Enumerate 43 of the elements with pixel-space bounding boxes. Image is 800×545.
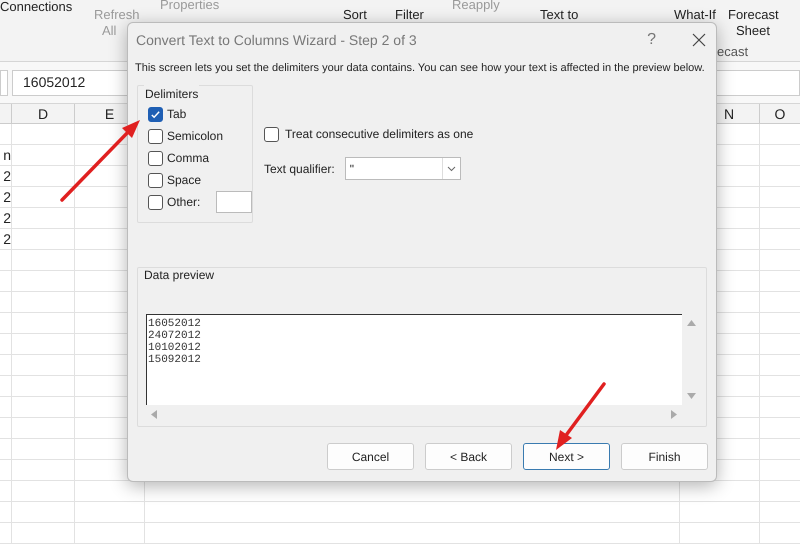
chevron-icon — [446, 166, 456, 172]
column-header: D — [12, 104, 75, 123]
ribbon-label[interactable]: What-If — [674, 5, 716, 24]
preview-line: 10102012 — [148, 342, 202, 354]
preview-line: 24072012 — [148, 330, 202, 342]
dialog-button[interactable]: < Back — [425, 443, 512, 470]
field-label: Text qualifier: — [264, 160, 335, 178]
checkbox[interactable] — [148, 128, 163, 144]
close-icon[interactable] — [692, 33, 706, 47]
option-label: Comma — [167, 150, 210, 167]
checkbox[interactable] — [148, 172, 163, 188]
sheet-cell-text: n — [3, 146, 11, 165]
other-field[interactable] — [216, 191, 252, 213]
checkbox[interactable] — [148, 106, 163, 122]
ribbon-label[interactable]: Text to — [540, 5, 578, 24]
ribbon-label[interactable]: Sort — [343, 5, 367, 24]
checkbox[interactable] — [264, 126, 279, 142]
checkbox[interactable] — [148, 150, 163, 166]
dialog-button[interactable]: Finish — [621, 443, 708, 470]
sheet-cell-text: 2 — [3, 188, 11, 207]
sheet-cell-text: 2 — [3, 230, 11, 249]
group-title: Data preview — [144, 267, 214, 284]
help-button[interactable]: ? — [647, 28, 656, 52]
option-label: Semicolon — [167, 128, 224, 145]
ribbon-label[interactable]: ecast — [717, 42, 748, 62]
sheet-cell-text: 2 — [3, 209, 11, 228]
option-label: Other: — [167, 194, 200, 211]
preview-line: 16052012 — [148, 318, 202, 330]
dialog-button[interactable]: Cancel — [327, 443, 414, 470]
option-label: Treat consecutive delimiters as one — [285, 126, 474, 143]
checkbox[interactable] — [148, 194, 163, 210]
option-label: Space — [167, 172, 202, 189]
window-title: Convert Text to Columns Wizard - Step 2 of 3 — [136, 30, 417, 50]
column-header: O — [774, 105, 786, 123]
sheet-cell-text: 2 — [3, 167, 11, 186]
dialog-button[interactable]: Next > — [523, 443, 610, 470]
option-label: Tab — [167, 106, 186, 123]
check-icon — [150, 108, 161, 120]
preview-line: 15092012 — [148, 354, 202, 366]
description-text: This screen lets you set the delimiters your data contains. You can see how your text is affected in the preview below. — [134, 61, 706, 75]
ribbon-label[interactable]: Filter — [395, 5, 424, 24]
ribbon-label[interactable]: Connections — [0, 0, 72, 14]
qualifier-dropdown[interactable]: " — [344, 157, 461, 180]
